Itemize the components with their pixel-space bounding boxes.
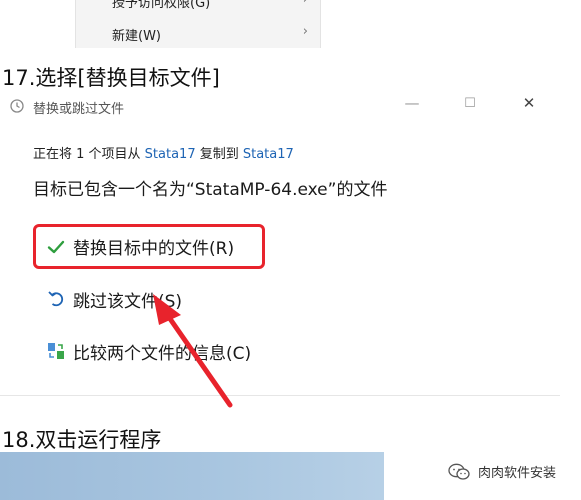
watermark: 肉肉软件安装 — [448, 462, 556, 481]
skip-file-label: 跳过该文件(S) — [73, 291, 183, 312]
skip-file-option[interactable]: 跳过该文件(S) — [33, 279, 182, 319]
menu-item-grant-access[interactable]: 授予访问权限(G) — [112, 0, 210, 11]
replace-file-label: 替换目标中的文件(R) — [73, 239, 235, 259]
section-divider — [0, 395, 560, 396]
compare-files-label: 比较两个文件的信息(C) — [73, 343, 252, 364]
menu-item-new[interactable]: 新建(W) — [112, 25, 161, 44]
undo-icon — [45, 288, 67, 310]
conflict-message: 目标已包含一个名为“StataMP-64.exe”的文件 — [33, 180, 388, 200]
watermark-text: 肉肉软件安装 — [478, 466, 557, 481]
replace-file-option[interactable]: 替换目标中的文件(R) — [33, 224, 265, 269]
compare-files-option[interactable]: 比较两个文件的信息(C) — [33, 331, 251, 371]
wechat-logo-icon — [448, 463, 470, 481]
replace-or-skip-dialog: 替换或跳过文件 — ☐ ✕ 正在将 1 个项目从 Stata17 复制到 Sta… — [0, 88, 560, 394]
copy-status: 正在将 1 个项目从 Stata17 复制到 Stata17 — [33, 143, 294, 162]
desktop-screenshot-thumbnail — [0, 452, 384, 500]
maximize-button[interactable]: ☐ — [460, 96, 480, 111]
dialog-title: 替换或跳过文件 — [33, 102, 125, 117]
chevron-right-icon: › — [303, 0, 308, 7]
context-menu: 授予访问权限(G) › 新建(W) › — [75, 0, 321, 48]
step-18-heading: 18.双击运行程序 — [2, 428, 162, 452]
source-folder-link[interactable]: Stata17 — [145, 147, 196, 162]
minimize-button[interactable]: — — [402, 94, 422, 112]
status-prefix: 正在将 1 个项目从 — [33, 147, 145, 162]
checkmark-icon — [45, 236, 67, 258]
close-button[interactable]: ✕ — [519, 94, 539, 112]
status-middle: 复制到 — [195, 147, 243, 162]
dialog-app-icon — [10, 98, 24, 113]
chevron-right-icon: › — [302, 24, 308, 39]
dest-folder-link[interactable]: Stata17 — [243, 147, 294, 162]
compare-icon — [45, 340, 67, 362]
